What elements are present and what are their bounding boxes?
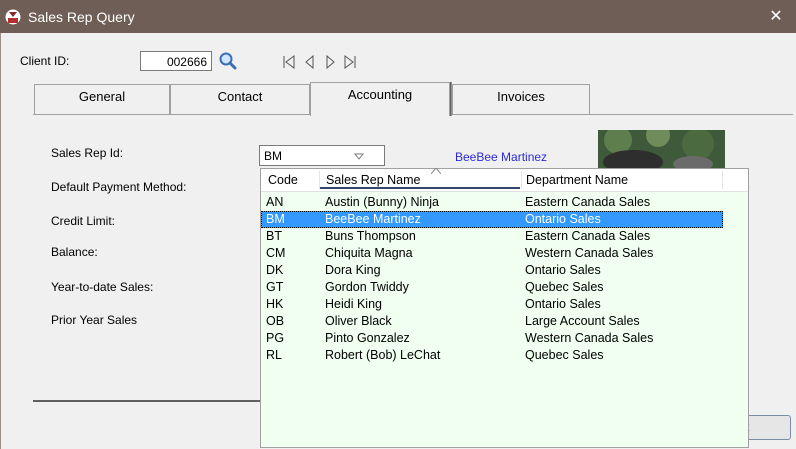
row-sales-rep-name: Robert (Bob) LeChat	[325, 348, 441, 362]
tab-accounting[interactable]: Accounting	[310, 82, 450, 116]
row-department-name: Ontario Sales	[525, 212, 601, 226]
tab-invoices[interactable]: Invoices	[452, 84, 590, 114]
row-code: BT	[266, 229, 282, 243]
sales-rep-photo	[598, 130, 725, 170]
row-sales-rep-name: Gordon Twiddy	[325, 280, 409, 294]
last-record-icon[interactable]	[343, 55, 357, 69]
list-item[interactable]: AN Austin (Bunny) Ninja Eastern Canada Sal…	[261, 194, 723, 211]
row-sales-rep-name: Heidi King	[325, 297, 382, 311]
row-department-name: Large Account Sales	[525, 314, 640, 328]
client-id-label: Client ID:	[20, 54, 70, 68]
row-code: CM	[266, 246, 286, 260]
row-code: DK	[266, 263, 284, 277]
previous-record-icon[interactable]	[303, 55, 317, 69]
column-header-department-name[interactable]: Department Name	[526, 173, 628, 187]
default-payment-method-label: Default Payment Method:	[51, 180, 187, 194]
row-sales-rep-name: Pinto Gonzalez	[325, 331, 410, 345]
title-bar: Sales Rep Query ✕	[0, 0, 796, 33]
prior-year-sales-label: Prior Year Sales	[51, 313, 138, 327]
sales-rep-dropdown-list[interactable]: Code Sales Rep Name Department Name AN Au…	[260, 168, 749, 448]
row-department-name: Western Canada Sales	[525, 331, 654, 345]
sales-rep-combo-value: BM	[264, 149, 282, 163]
list-item[interactable]: CM Chiquita Magna Western Canada Sales	[261, 245, 723, 262]
row-department-name: Eastern Canada Sales	[525, 195, 651, 209]
sales-rep-combo[interactable]: BM	[259, 145, 385, 166]
row-code: GT	[266, 280, 284, 294]
list-item[interactable]: PG Pinto Gonzalez Western Canada Sales	[261, 330, 723, 347]
row-sales-rep-name: Chiquita Magna	[325, 246, 413, 260]
window-title: Sales Rep Query	[28, 9, 135, 25]
ytd-sales-label: Year-to-date Sales:	[51, 280, 154, 294]
app-icon	[5, 9, 21, 25]
sales-rep-name: BeeBee Martinez	[455, 150, 548, 164]
row-code: PG	[266, 331, 285, 345]
column-header-sales-rep-name[interactable]: Sales Rep Name	[326, 173, 421, 187]
search-icon[interactable]	[218, 51, 238, 71]
tab-general[interactable]: General	[34, 84, 170, 114]
row-code: AN	[266, 195, 284, 209]
row-department-name: Eastern Canada Sales	[525, 229, 651, 243]
sort-column-indicator	[320, 187, 520, 189]
column-header-code[interactable]: Code	[268, 173, 298, 187]
sales-rep-id-label: Sales Rep Id:	[51, 146, 124, 160]
sort-ascending-icon	[431, 168, 441, 174]
row-department-name: Quebec Sales	[525, 348, 604, 362]
row-code: RL	[266, 348, 282, 362]
row-code: HK	[266, 297, 284, 311]
list-item[interactable]: GT Gordon Twiddy Quebec Sales	[261, 279, 723, 296]
balance-label: Balance:	[51, 245, 98, 259]
row-sales-rep-name: Dora King	[325, 263, 381, 277]
close-button[interactable]: ✕	[756, 0, 796, 33]
row-sales-rep-name: Buns Thompson	[325, 229, 416, 243]
row-sales-rep-name: BeeBee Martinez	[325, 212, 421, 226]
client-id-input[interactable]: 002666	[140, 51, 212, 71]
row-sales-rep-name: Austin (Bunny) Ninja	[325, 195, 439, 209]
next-record-icon[interactable]	[323, 55, 337, 69]
list-item[interactable]: DK Dora King Ontario Sales	[261, 262, 723, 279]
list-item[interactable]: OB Oliver Black Large Account Sales	[261, 313, 723, 330]
chevron-down-icon[interactable]	[352, 149, 366, 163]
row-department-name: Quebec Sales	[525, 280, 604, 294]
row-department-name: Western Canada Sales	[525, 246, 654, 260]
list-item[interactable]: HK Heidi King Ontario Sales	[261, 296, 723, 313]
first-record-icon[interactable]	[282, 55, 296, 69]
credit-limit-label: Credit Limit:	[51, 214, 116, 228]
panel-bottom-border	[33, 400, 261, 402]
list-item[interactable]: BT Buns Thompson Eastern Canada Sales	[261, 228, 723, 245]
list-item[interactable]: RL Robert (Bob) LeChat Quebec Sales	[261, 347, 723, 364]
row-code: BM	[266, 212, 285, 226]
row-code: OB	[266, 314, 285, 328]
row-department-name: Ontario Sales	[525, 297, 601, 311]
list-item[interactable]: BM BeeBee Martinez Ontario Sales	[261, 211, 723, 228]
row-department-name: Ontario Sales	[525, 263, 601, 277]
row-sales-rep-name: Oliver Black	[325, 314, 392, 328]
tab-contact[interactable]: Contact	[170, 84, 310, 114]
